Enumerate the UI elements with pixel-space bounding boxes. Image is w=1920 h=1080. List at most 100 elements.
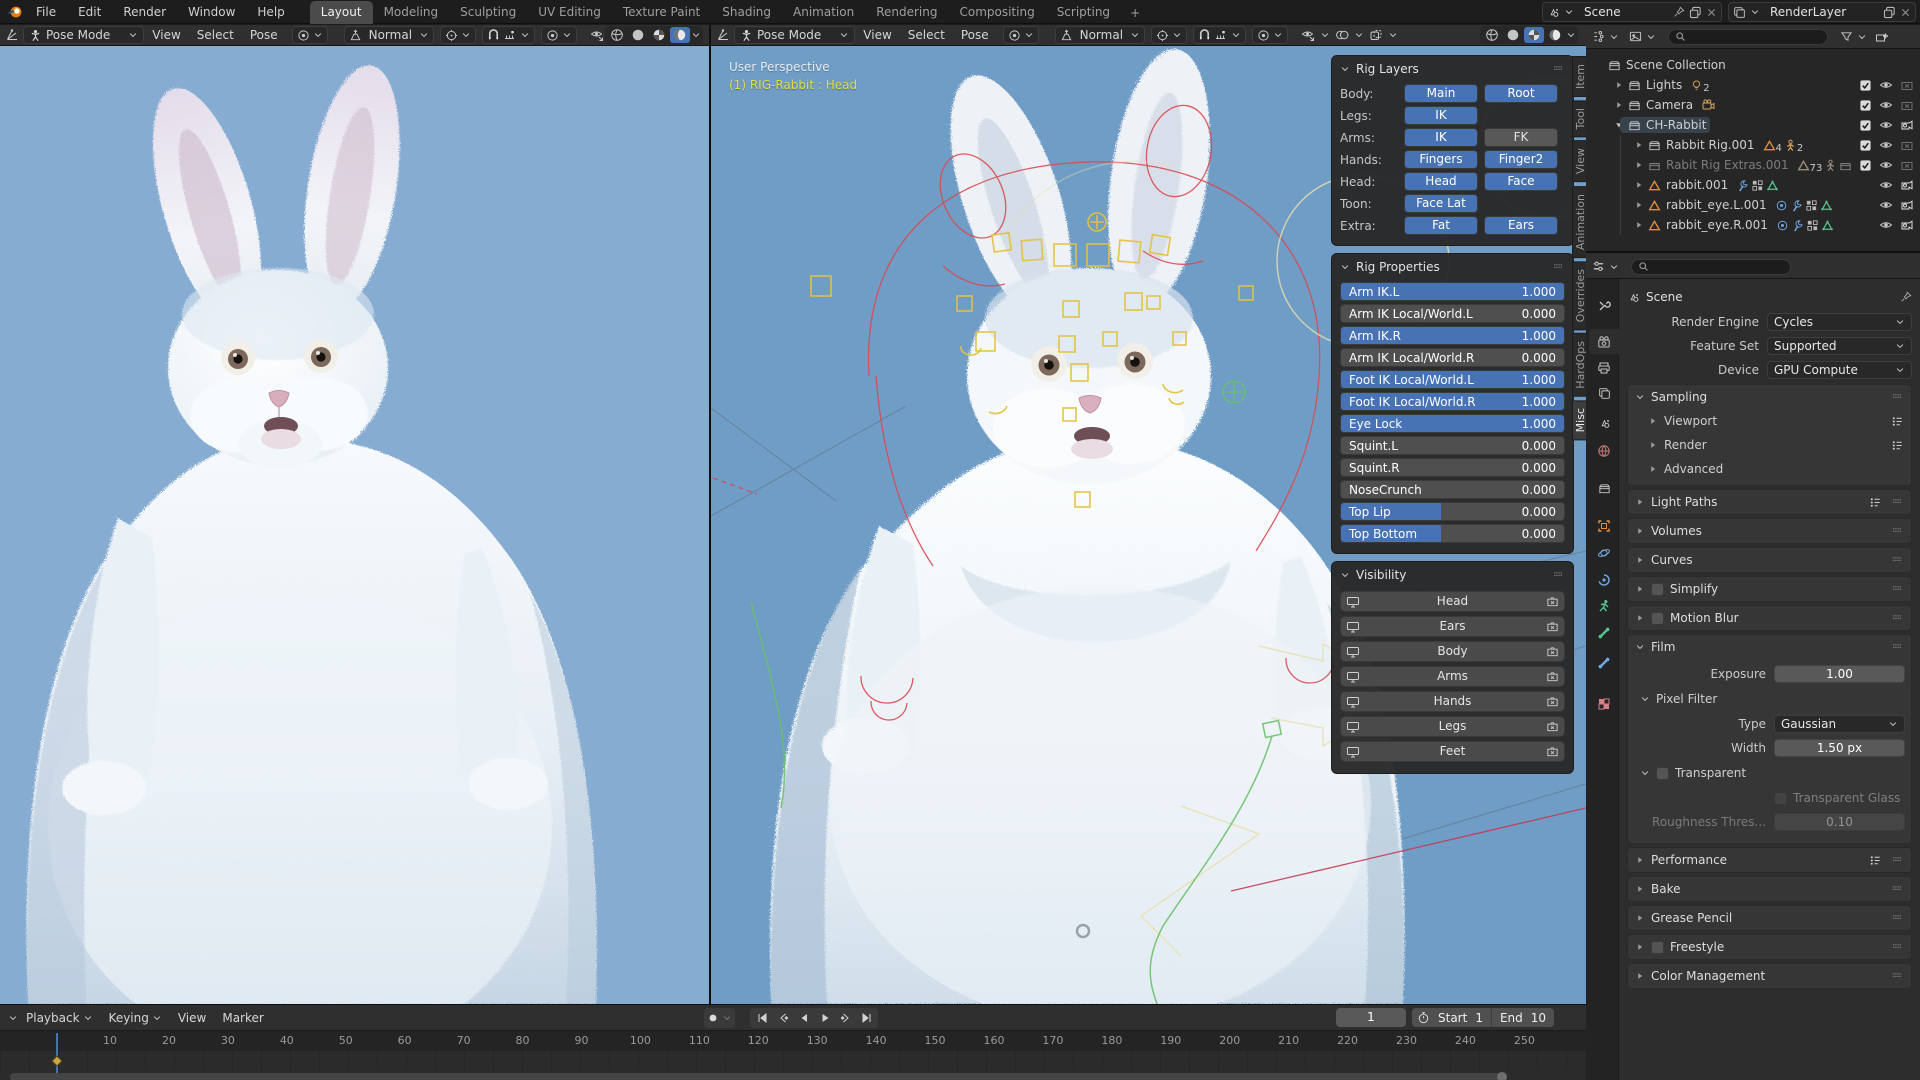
panel-header-film[interactable]: Film <box>1628 635 1911 659</box>
panel-header-freestyle[interactable]: Freestyle <box>1628 935 1911 959</box>
auto-key-button[interactable] <box>704 1008 735 1028</box>
visibility-row-feet[interactable]: Feet <box>1340 741 1565 762</box>
camera-muted-icon[interactable] <box>1900 158 1914 172</box>
rig-property-slider[interactable]: Arm IK Local/World.R0.000 <box>1340 348 1565 367</box>
workspace-tab-rendering[interactable]: Rendering <box>865 1 948 24</box>
sidebar-tab-view[interactable]: View <box>1572 140 1586 182</box>
viewport-menu-view[interactable]: View <box>855 28 899 42</box>
panel-header-simplify[interactable]: Simplify <box>1628 577 1911 601</box>
proportional-edit-toggle[interactable] <box>541 26 577 44</box>
properties-tab-constraints[interactable] <box>1589 567 1619 592</box>
orientation-selector[interactable]: Normal <box>1055 26 1145 44</box>
outliner-row[interactable]: Scene Collection <box>1586 55 1920 75</box>
workspace-tab-shading[interactable]: Shading <box>711 1 782 24</box>
visibility-row-legs[interactable]: Legs <box>1340 716 1565 737</box>
workspace-tab-sculpting[interactable]: Sculpting <box>449 1 527 24</box>
camera-icon[interactable] <box>1900 178 1914 192</box>
viewport-menu-view[interactable]: View <box>144 28 188 42</box>
drag-dots-icon[interactable] <box>1551 262 1565 272</box>
rig-layer-button-fk[interactable]: FK <box>1484 128 1558 147</box>
pivot-point-selector[interactable] <box>1151 26 1187 44</box>
sidebar-tab-item[interactable]: Item <box>1572 56 1586 97</box>
blender-logo-icon[interactable] <box>3 3 25 21</box>
panel-header-light-paths[interactable]: Light Paths <box>1628 490 1911 514</box>
panel-header-curves[interactable]: Curves <box>1628 548 1911 572</box>
proportional-edit-toggle[interactable] <box>1252 26 1288 44</box>
checkbox-icon[interactable] <box>1859 79 1872 92</box>
rig-layer-button-root[interactable]: Root <box>1484 84 1558 103</box>
properties-tab-object-data[interactable] <box>1589 593 1619 618</box>
breadcrumb-scene[interactable]: Scene <box>1646 290 1683 304</box>
show-overlays-toggle[interactable] <box>1332 28 1352 42</box>
workspace-tab-layout[interactable]: Layout <box>310 1 373 24</box>
subpanel-advanced[interactable]: Advanced <box>1628 457 1911 481</box>
panel-header-color-management[interactable]: Color Management <box>1628 964 1911 988</box>
outliner-row[interactable]: CH-Rabbit <box>1586 115 1920 135</box>
transparent-checkbox[interactable] <box>1656 767 1669 780</box>
visibility-row-ears[interactable]: Ears <box>1340 616 1565 637</box>
eye-icon[interactable] <box>1879 198 1893 212</box>
subpanel-render[interactable]: Render <box>1628 433 1911 457</box>
timeline-menu-view[interactable]: View <box>170 1011 214 1025</box>
timeline-menu-marker[interactable]: Marker <box>214 1011 271 1025</box>
viewport-menu-select[interactable]: Select <box>900 28 953 42</box>
type-dropdown[interactable]: Gaussian <box>1774 715 1905 733</box>
viewport-menu-select[interactable]: Select <box>189 28 242 42</box>
properties-tab-world[interactable] <box>1589 438 1619 463</box>
shading-material-button[interactable] <box>1524 27 1544 43</box>
rig-property-slider[interactable]: Squint.R0.000 <box>1340 458 1565 477</box>
properties-tab-physics[interactable] <box>1589 540 1619 565</box>
start-frame-field[interactable]: Start1 <box>1412 1008 1491 1027</box>
properties-tab-object[interactable] <box>1589 513 1619 538</box>
properties-tab-texture[interactable] <box>1589 691 1619 716</box>
rig-layer-button-main[interactable]: Main <box>1404 84 1478 103</box>
display-mode-icon[interactable] <box>1629 30 1642 43</box>
properties-tab-render[interactable] <box>1589 329 1619 354</box>
panel-header-sampling[interactable]: Sampling <box>1628 385 1911 409</box>
properties-editor-icon[interactable] <box>1592 260 1605 273</box>
panel-checkbox[interactable] <box>1651 583 1664 596</box>
panel-header-bake[interactable]: Bake <box>1628 877 1911 901</box>
prev-key-button[interactable] <box>773 1009 792 1027</box>
camera-icon[interactable] <box>1900 198 1914 212</box>
xray-toggle[interactable] <box>1366 28 1386 42</box>
rig-layer-button-face-lat[interactable]: Face Lat <box>1404 194 1478 213</box>
menu-help[interactable]: Help <box>246 0 295 24</box>
visibility-row-body[interactable]: Body <box>1340 641 1565 662</box>
properties-tab-bone-constraint[interactable] <box>1589 650 1619 675</box>
new-copy-icon[interactable] <box>1689 6 1702 19</box>
workspace-tab-compositing[interactable]: Compositing <box>948 1 1045 24</box>
roughness-field[interactable]: 0.10 <box>1774 813 1905 831</box>
panel-checkbox[interactable] <box>1651 941 1664 954</box>
camera-icon[interactable] <box>1900 118 1914 132</box>
properties-tab-scene[interactable] <box>1589 411 1619 436</box>
rig-property-slider[interactable]: Arm IK.R1.000 <box>1340 326 1565 345</box>
camera-muted-icon[interactable] <box>1900 138 1914 152</box>
panel-header-volumes[interactable]: Volumes <box>1628 519 1911 543</box>
eye-icon[interactable] <box>1879 158 1893 172</box>
viewport-menu-pose[interactable]: Pose <box>242 28 286 42</box>
jump-start-button[interactable] <box>752 1009 771 1027</box>
timeline-ruler[interactable]: 1020304050607080901001101201301401501601… <box>0 1031 1586 1051</box>
outliner-row[interactable]: Lights2 <box>1586 75 1920 95</box>
close-icon[interactable] <box>1706 7 1717 18</box>
visibility-row-arms[interactable]: Arms <box>1340 666 1565 687</box>
rig-property-slider[interactable]: Arm IK.L1.000 <box>1340 282 1565 301</box>
panel-header-grease-pencil[interactable]: Grease Pencil <box>1628 906 1911 930</box>
shading-rendered-button[interactable] <box>1545 27 1565 43</box>
menu-render[interactable]: Render <box>112 0 177 24</box>
panel-header-performance[interactable]: Performance <box>1628 848 1911 872</box>
rig-layer-button-ik[interactable]: IK <box>1404 106 1478 125</box>
outliner-row[interactable]: Camera <box>1586 95 1920 115</box>
mode-selector[interactable]: Pose Mode <box>734 26 855 44</box>
rig-properties-header[interactable]: Rig Properties <box>1332 254 1573 279</box>
outliner-row[interactable]: Rabbit Rig.00142 <box>1586 135 1920 155</box>
pin-icon[interactable] <box>1900 291 1912 303</box>
pixel-filter-subpanel[interactable]: Pixel Filter <box>1634 687 1905 711</box>
snap-toggle[interactable] <box>482 26 535 44</box>
property-dropdown-feature-set[interactable]: Supported <box>1767 337 1912 355</box>
properties-tab-view-layer[interactable] <box>1589 381 1619 406</box>
shading-solid-button[interactable] <box>1503 27 1523 43</box>
drag-dots-icon[interactable] <box>1551 570 1565 580</box>
properties-tab-tool[interactable] <box>1589 293 1619 318</box>
